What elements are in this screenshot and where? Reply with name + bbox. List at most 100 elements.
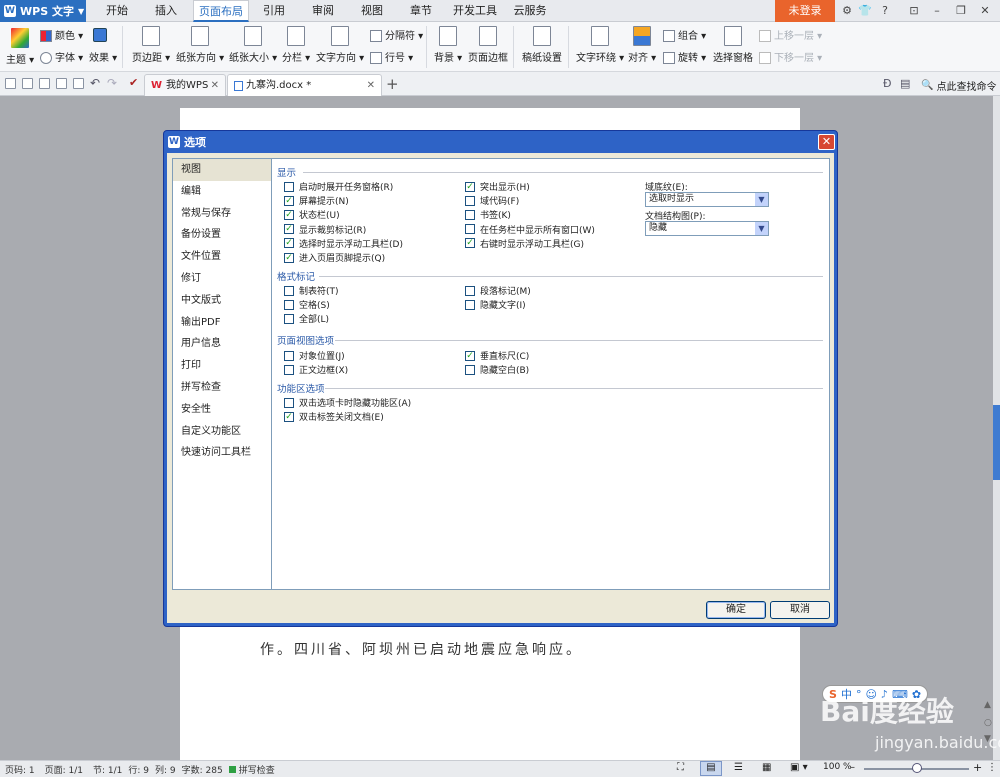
zoom-slider-thumb[interactable]: [912, 763, 922, 773]
checkbox-checked-icon[interactable]: ✓: [465, 181, 475, 192]
checkbox-unchecked-icon[interactable]: [465, 299, 475, 310]
margin-button[interactable]: 页边距 ▾: [132, 26, 170, 64]
category-item[interactable]: 输出PDF: [173, 312, 271, 334]
option-checkbox[interactable]: 书签(K): [465, 208, 511, 221]
category-item[interactable]: 编辑: [173, 181, 271, 203]
bring-forward-button[interactable]: 上移一层 ▾: [759, 27, 822, 42]
close-tab-icon[interactable]: ✕: [367, 76, 375, 96]
rotate-button[interactable]: 旋转 ▾: [663, 49, 706, 64]
dialog-close-button[interactable]: ✕: [818, 134, 835, 150]
open-icon[interactable]: [5, 78, 16, 89]
tab-my-wps[interactable]: W 我的WPS ✕: [144, 74, 226, 96]
category-item[interactable]: 打印: [173, 355, 271, 377]
status-spell-check[interactable]: 拼写检查: [239, 763, 275, 776]
app-menu-button[interactable]: W WPS 文字 ▼: [0, 0, 86, 22]
minimize-icon[interactable]: –: [928, 3, 946, 19]
restore-ribbon-icon[interactable]: ⊡: [905, 3, 923, 19]
preview-icon[interactable]: [73, 78, 84, 89]
checkbox-unchecked-icon[interactable]: [284, 397, 294, 408]
checkbox-unchecked-icon[interactable]: [284, 299, 294, 310]
tab-view[interactable]: 视图: [352, 0, 392, 22]
tab-document[interactable]: 九寨沟.docx * ✕: [227, 74, 382, 96]
option-checkbox[interactable]: 正文边框(X): [284, 363, 348, 376]
option-checkbox[interactable]: ✓ 选择时显示浮动工具栏(D): [284, 237, 403, 250]
status-words[interactable]: 字数: 285: [182, 763, 223, 776]
skin-icon[interactable]: Ð: [883, 77, 892, 90]
group-button[interactable]: 组合 ▾: [663, 27, 706, 42]
category-item[interactable]: 备份设置: [173, 224, 271, 246]
text-direction-button[interactable]: 文字方向 ▾: [316, 26, 364, 64]
web-view-icon[interactable]: ▦: [762, 762, 771, 773]
color-button[interactable]: 颜色 ▾: [40, 27, 83, 42]
checkbox-checked-icon[interactable]: ✓: [465, 350, 475, 361]
checkbox-checked-icon[interactable]: ✓: [284, 238, 294, 249]
category-item[interactable]: 中文版式: [173, 290, 271, 312]
checkbox-unchecked-icon[interactable]: [465, 209, 475, 220]
option-checkbox[interactable]: 隐藏文字(I): [465, 298, 526, 311]
save-icon[interactable]: [22, 78, 33, 89]
page-view-icon[interactable]: ▤: [700, 761, 722, 776]
checkbox-checked-icon[interactable]: ✓: [465, 238, 475, 249]
font-button[interactable]: 字体 ▾: [40, 49, 83, 64]
option-checkbox[interactable]: ✓ 双击标签关闭文档(E): [284, 410, 384, 423]
maximize-icon[interactable]: ❐: [952, 3, 970, 19]
checkbox-checked-icon[interactable]: ✓: [284, 195, 294, 206]
paper-size-button[interactable]: 纸张大小 ▾: [229, 26, 277, 64]
outline-view-icon[interactable]: ☰: [734, 762, 743, 773]
tab-chapter[interactable]: 章节: [401, 0, 441, 22]
close-icon[interactable]: ✕: [976, 3, 994, 19]
checkbox-checked-icon[interactable]: ✓: [284, 252, 294, 263]
customize-toolbar-icon[interactable]: ✔: [129, 76, 138, 89]
zoom-in-icon[interactable]: +: [973, 761, 982, 774]
option-checkbox[interactable]: ✓ 进入页眉页脚提示(Q): [284, 251, 385, 264]
fullscreen-icon[interactable]: ⛶: [677, 762, 684, 773]
send-backward-button[interactable]: 下移一层 ▾: [759, 49, 822, 64]
checkbox-unchecked-icon[interactable]: [284, 364, 294, 375]
next-page-icon[interactable]: ▼: [984, 734, 991, 744]
option-checkbox[interactable]: 空格(S): [284, 298, 330, 311]
orientation-button[interactable]: 纸张方向 ▾: [176, 26, 224, 64]
redo-icon[interactable]: ↷: [107, 76, 117, 90]
option-checkbox[interactable]: ✓ 右键时显示浮动工具栏(G): [465, 237, 584, 250]
option-checkbox[interactable]: 启动时展开任务窗格(R): [284, 180, 393, 193]
print-icon[interactable]: [56, 78, 67, 89]
selection-pane-button[interactable]: 选择窗格: [713, 26, 753, 64]
tab-home[interactable]: 开始: [95, 0, 139, 22]
option-checkbox[interactable]: 在任务栏中显示所有窗口(W): [465, 223, 595, 236]
checkbox-unchecked-icon[interactable]: [284, 313, 294, 324]
category-item[interactable]: 常规与保存: [173, 203, 271, 225]
ok-button[interactable]: 确定: [706, 601, 766, 619]
align-button[interactable]: 对齐 ▾: [628, 26, 656, 64]
text-wrap-button[interactable]: 文字环绕 ▾: [576, 26, 624, 64]
skin-icon[interactable]: ⚙: [840, 3, 854, 19]
checkbox-unchecked-icon[interactable]: [465, 224, 475, 235]
checkbox-unchecked-icon[interactable]: [284, 181, 294, 192]
book-icon[interactable]: ▤: [900, 77, 910, 90]
dialog-title-bar[interactable]: W 选项: [164, 131, 837, 153]
option-checkbox[interactable]: 全部(L): [284, 312, 329, 325]
theme-button[interactable]: 主题 ▾: [6, 28, 34, 66]
close-tab-icon[interactable]: ✕: [211, 76, 219, 96]
option-checkbox[interactable]: 域代码(F): [465, 194, 519, 207]
option-checkbox[interactable]: ✓ 突出显示(H): [465, 180, 530, 193]
select-browse-object-icon[interactable]: ○: [984, 718, 992, 728]
effect-button[interactable]: 效果 ▾: [89, 49, 117, 64]
checkbox-unchecked-icon[interactable]: [465, 195, 475, 206]
option-checkbox[interactable]: 段落标记(M): [465, 284, 531, 297]
category-item[interactable]: 视图: [173, 159, 271, 181]
undo-icon[interactable]: ↶: [90, 76, 100, 90]
category-item[interactable]: 修订: [173, 268, 271, 290]
pdf-icon[interactable]: [39, 78, 50, 89]
background-button[interactable]: 背景 ▾: [434, 26, 462, 64]
zoom-level[interactable]: 100 %: [823, 762, 852, 772]
scrollbar-thumb[interactable]: [993, 405, 1000, 480]
checkbox-unchecked-icon[interactable]: [465, 285, 475, 296]
category-item[interactable]: 拼写检查: [173, 377, 271, 399]
category-item[interactable]: 安全性: [173, 399, 271, 421]
cancel-button[interactable]: 取消: [770, 601, 830, 619]
option-checkbox[interactable]: 双击选项卡时隐藏功能区(A): [284, 396, 411, 409]
checkbox-checked-icon[interactable]: ✓: [284, 411, 294, 422]
columns-button[interactable]: 分栏 ▾: [282, 26, 310, 64]
checkbox-unchecked-icon[interactable]: [284, 285, 294, 296]
help-icon[interactable]: ?: [876, 3, 894, 19]
